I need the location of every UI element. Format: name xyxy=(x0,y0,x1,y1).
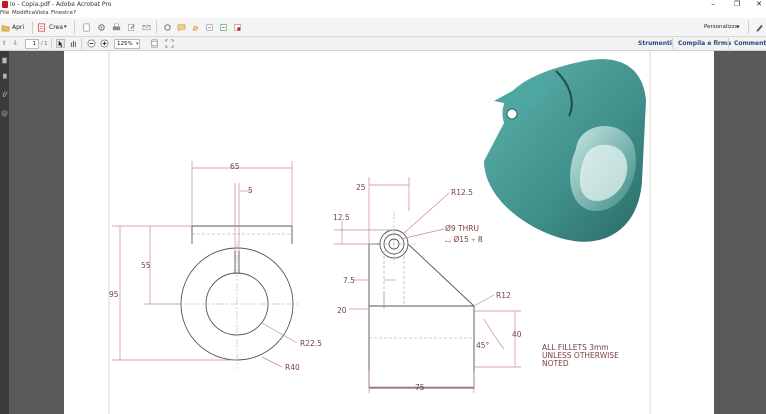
print-icon[interactable] xyxy=(112,23,121,32)
window-title: lo - Copia.pdf - Adobe Acrobat Pro xyxy=(10,1,112,8)
3d-model-render xyxy=(484,59,646,242)
tools-pane-link[interactable]: Strumenti xyxy=(638,39,672,49)
menu-vista[interactable]: Vista xyxy=(35,9,49,18)
acrobat-window: lo - Copia.pdf - Adobe Acrobat Pro – ❐ ✕… xyxy=(0,0,766,414)
highlight-icon[interactable] xyxy=(191,23,200,32)
page-number-input[interactable]: 1 xyxy=(25,39,39,49)
toolbar-divider xyxy=(32,21,33,34)
dim-counterbore: ⌴ Ø15 ⫟ 8 xyxy=(445,235,483,244)
page-total: / 1 xyxy=(41,41,48,47)
dim-12-5: 12.5 xyxy=(333,213,350,222)
navigation-toolbar: ⇧ ⇩ 1 / 1 125% ▾ Strumenti Compila e fir… xyxy=(0,37,766,51)
hand-tool-icon[interactable] xyxy=(69,39,78,48)
next-page-icon[interactable]: ⇩ xyxy=(13,39,18,49)
fullscreen-icon[interactable] xyxy=(165,39,174,48)
left-navigation-pane xyxy=(0,51,9,414)
zoom-out-icon[interactable] xyxy=(87,39,96,48)
drawing-notes: ALL FILLETS 3mm UNLESS OTHERWISE NOTED xyxy=(542,343,619,368)
acrobat-logo-icon xyxy=(2,1,8,8)
dim-65: 65 xyxy=(230,162,240,171)
settings-icon[interactable] xyxy=(163,23,172,32)
sign-pen-icon[interactable] xyxy=(755,23,764,32)
dim-5: 5 xyxy=(248,186,253,195)
stamp-icon[interactable] xyxy=(205,23,214,32)
menu-bar: File Modifica Vista Finestra ? xyxy=(0,9,766,18)
customize-chevron-icon[interactable]: ▾ xyxy=(737,22,740,33)
maximize-button[interactable]: ❐ xyxy=(730,0,744,9)
toolbar-divider xyxy=(156,21,157,34)
menu-help[interactable]: ? xyxy=(73,9,76,18)
toolbar-divider xyxy=(51,38,52,49)
comment-pane-link[interactable]: Commento xyxy=(734,39,766,49)
toolbar-divider xyxy=(74,21,75,34)
dim-25: 25 xyxy=(356,183,366,192)
dim-55: 55 xyxy=(141,261,151,270)
create-pdf-icon[interactable] xyxy=(37,23,46,32)
dim-75: 75 xyxy=(415,383,425,392)
fit-page-icon[interactable] xyxy=(150,39,159,48)
dim-95: 95 xyxy=(109,290,119,299)
dim-7-5: 7.5 xyxy=(343,276,355,285)
new-document-icon[interactable] xyxy=(82,23,91,32)
open-button[interactable]: Apri xyxy=(12,22,24,33)
note-line-3: NOTED xyxy=(542,359,569,368)
edit-pencil-icon[interactable] xyxy=(127,23,136,32)
pdf-page[interactable]: 65 5 55 95 R22.5 R40 25 R12.5 12.5 Ø9 TH… xyxy=(64,51,714,414)
export-icon[interactable] xyxy=(219,23,228,32)
select-cursor-icon[interactable] xyxy=(56,39,65,48)
toolbar-divider xyxy=(728,38,729,49)
dim-r12-5: R12.5 xyxy=(451,188,473,197)
comment-bubble-icon[interactable] xyxy=(177,23,186,32)
fill-sign-pane-link[interactable]: Compila e firma xyxy=(678,39,731,49)
technical-drawing: 65 5 55 95 R22.5 R40 25 R12.5 12.5 Ø9 TH… xyxy=(108,51,651,414)
attachment-icon[interactable] xyxy=(1,90,8,97)
toolbar-divider xyxy=(748,21,749,34)
dim-45-degrees: 45° xyxy=(476,341,490,350)
toolbar-divider xyxy=(81,38,82,49)
toolbar-divider xyxy=(672,38,673,49)
minimize-button[interactable]: – xyxy=(706,0,720,9)
folder-open-icon[interactable] xyxy=(1,23,10,32)
front-view-dimensions: 65 5 55 95 R22.5 R40 xyxy=(109,162,322,372)
side-view xyxy=(334,177,521,393)
menu-finestra[interactable]: Finestra xyxy=(51,9,73,18)
customize-button[interactable]: Personalizza xyxy=(704,22,738,33)
main-toolbar: Apri Crea ▾ Personalizza ▾ xyxy=(0,18,766,37)
settings-gear-icon[interactable] xyxy=(97,23,106,32)
dim-r40: R40 xyxy=(285,363,300,372)
create-dropdown-chevron-icon[interactable]: ▾ xyxy=(64,22,67,33)
side-view-dimensions: 25 R12.5 12.5 Ø9 THRU ⌴ Ø15 ⫟ 8 7.5 20 R… xyxy=(333,183,522,392)
zoom-chevron-icon[interactable]: ▾ xyxy=(136,39,139,49)
previous-page-icon[interactable]: ⇧ xyxy=(2,39,7,49)
dim-20: 20 xyxy=(337,306,347,315)
dim-r12: R12 xyxy=(496,291,511,300)
dim-40: 40 xyxy=(512,330,522,339)
menu-file[interactable]: File xyxy=(0,9,9,18)
page-thumbnails-icon[interactable] xyxy=(1,57,8,64)
zoom-in-icon[interactable] xyxy=(100,39,109,48)
email-icon[interactable] xyxy=(142,23,151,32)
protect-icon[interactable] xyxy=(233,23,242,32)
layers-icon[interactable] xyxy=(1,110,8,117)
dim-hole-thru: Ø9 THRU xyxy=(445,224,479,233)
title-bar: lo - Copia.pdf - Adobe Acrobat Pro – ❐ ✕ xyxy=(0,0,766,9)
dim-r22-5: R22.5 xyxy=(300,339,322,348)
menu-modifica[interactable]: Modifica xyxy=(12,9,35,18)
close-button[interactable]: ✕ xyxy=(752,0,766,9)
bookmarks-icon[interactable] xyxy=(1,73,8,80)
create-button[interactable]: Crea xyxy=(49,22,63,33)
